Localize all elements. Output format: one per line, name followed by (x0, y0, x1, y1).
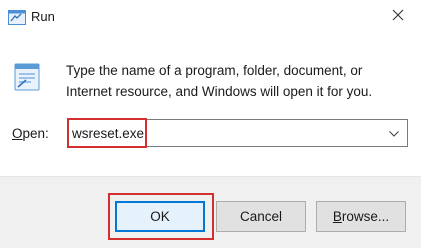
run-icon (12, 62, 42, 92)
browse-button-mnemonic: B (332, 209, 342, 224)
open-combobox[interactable] (67, 119, 408, 147)
instructions-line-1: Type the name of a program, folder, docu… (66, 63, 363, 78)
ok-button[interactable]: OK (115, 201, 205, 232)
cancel-button-label: Cancel (239, 209, 283, 224)
instructions-line-2: Internet resource, and Windows will open… (66, 84, 373, 99)
close-icon (392, 8, 404, 26)
cancel-button[interactable]: Cancel (216, 201, 306, 232)
run-dialog: Run Type the name of a program, folder, … (0, 0, 421, 248)
chevron-down-icon (389, 124, 399, 142)
title-bar: Run (0, 0, 421, 36)
open-label-text: pen: (22, 126, 49, 141)
open-label: Open: (12, 126, 49, 141)
browse-button-label: rowse... (341, 209, 390, 224)
open-dropdown-button[interactable] (381, 120, 407, 146)
run-app-icon (8, 10, 26, 25)
open-label-mnemonic: O (12, 126, 23, 141)
instructions-text: Type the name of a program, folder, docu… (66, 60, 406, 102)
window-title: Run (31, 9, 55, 24)
browse-button[interactable]: Browse... (316, 201, 406, 232)
close-button[interactable] (375, 0, 421, 34)
open-input[interactable] (68, 120, 380, 146)
ok-button-label: OK (150, 209, 170, 224)
